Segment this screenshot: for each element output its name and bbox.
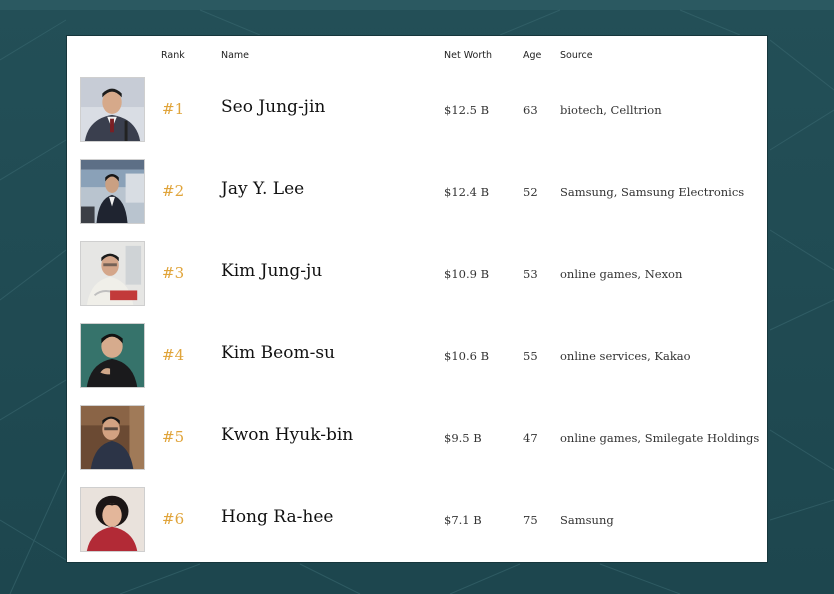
person-name[interactable]: Jay Y. Lee [221, 179, 304, 199]
net-worth-value: $7.1 B [444, 513, 482, 527]
person-photo-icon [81, 78, 144, 141]
table-row[interactable]: #2 Jay Y. Lee $12.4 B 52 Samsung, Samsun… [67, 159, 767, 229]
table-row[interactable]: #1 Seo Jung-jin $12.5 B 63 biotech, Cell… [67, 77, 767, 147]
person-name[interactable]: Seo Jung-jin [221, 97, 325, 117]
source-value: Samsung [560, 513, 614, 527]
person-name[interactable]: Kim Jung-ju [221, 261, 322, 281]
person-name[interactable]: Kwon Hyuk-bin [221, 425, 353, 445]
person-photo-icon [81, 488, 144, 551]
table-row[interactable]: #3 Kim Jung-ju $10.9 B 53 online games, … [67, 241, 767, 311]
header-age[interactable]: Age [523, 50, 541, 61]
net-worth-value: $9.5 B [444, 431, 482, 445]
age-value: 53 [523, 267, 538, 281]
source-value: Samsung, Samsung Electronics [560, 185, 745, 199]
person-photo-icon [81, 324, 144, 387]
age-value: 63 [523, 103, 538, 117]
person-name[interactable]: Kim Beom-su [221, 343, 335, 363]
table-header: Rank Name Net Worth Age Source [67, 50, 767, 64]
rank-value: #2 [162, 182, 185, 200]
avatar[interactable] [80, 487, 145, 552]
avatar[interactable] [80, 405, 145, 470]
header-net-worth[interactable]: Net Worth [444, 50, 492, 61]
table-row[interactable]: #6 Hong Ra-hee $7.1 B 75 Samsung [67, 487, 767, 557]
net-worth-value: $12.5 B [444, 103, 490, 117]
avatar[interactable] [80, 323, 145, 388]
rank-value: #4 [162, 346, 185, 364]
age-value: 52 [523, 185, 538, 199]
rank-value: #6 [162, 510, 185, 528]
person-photo-icon [81, 406, 144, 469]
age-value: 55 [523, 349, 538, 363]
rank-value: #1 [162, 100, 185, 118]
header-rank[interactable]: Rank [161, 50, 185, 61]
age-value: 47 [523, 431, 538, 445]
source-value: online services, Kakao [560, 349, 691, 363]
age-value: 75 [523, 513, 538, 527]
billionaires-table: Rank Name Net Worth Age Source #1 Seo Ju… [66, 35, 768, 563]
person-photo-icon [81, 242, 144, 305]
net-worth-value: $12.4 B [444, 185, 490, 199]
person-photo-icon [81, 160, 144, 223]
header-source[interactable]: Source [560, 50, 593, 61]
table-row[interactable]: #5 Kwon Hyuk-bin $9.5 B 47 online games,… [67, 405, 767, 475]
rank-value: #3 [162, 264, 185, 282]
avatar[interactable] [80, 159, 145, 224]
table-row[interactable]: #4 Kim Beom-su $10.6 B 55 online service… [67, 323, 767, 393]
source-value: biotech, Celltrion [560, 103, 662, 117]
avatar[interactable] [80, 77, 145, 142]
net-worth-value: $10.6 B [444, 349, 490, 363]
source-value: online games, Nexon [560, 267, 683, 281]
person-name[interactable]: Hong Ra-hee [221, 507, 333, 527]
rank-value: #5 [162, 428, 185, 446]
header-name[interactable]: Name [221, 50, 249, 61]
source-value: online games, Smilegate Holdings [560, 431, 760, 445]
avatar[interactable] [80, 241, 145, 306]
net-worth-value: $10.9 B [444, 267, 490, 281]
